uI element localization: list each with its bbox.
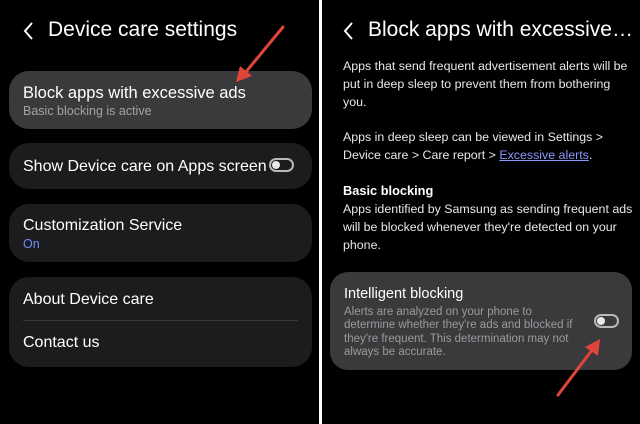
contact-us-item[interactable]: Contact us bbox=[23, 334, 299, 356]
block-ads-subtitle: Basic blocking is active bbox=[23, 104, 152, 118]
toggle-knob bbox=[272, 161, 280, 169]
intro-text: Apps that send frequent advertisement al… bbox=[343, 59, 628, 109]
deep-sleep-period: . bbox=[588, 148, 593, 162]
toggle-knob bbox=[597, 317, 605, 325]
basic-blocking-heading: Basic blocking bbox=[343, 183, 434, 198]
show-on-apps-toggle[interactable] bbox=[269, 158, 294, 172]
customization-title: Customization Service bbox=[23, 217, 183, 234]
show-on-apps-setting[interactable]: Show Device care on Apps screen bbox=[9, 143, 312, 189]
device-care-settings-screen: Device care settings Block apps with exc… bbox=[0, 0, 319, 424]
divider bbox=[23, 320, 298, 321]
customization-service-setting[interactable]: Customization Service On bbox=[9, 204, 312, 262]
customization-status: On bbox=[23, 237, 40, 251]
intelligent-blocking-title: Intelligent blocking bbox=[344, 286, 464, 302]
intelligent-blocking-toggle[interactable] bbox=[594, 314, 619, 328]
intelligent-blocking-setting[interactable]: Intelligent blocking Alerts are analyzed… bbox=[330, 272, 632, 370]
page-title: Device care settings bbox=[48, 18, 238, 41]
deep-sleep-text: Apps in deep sleep can be viewed in Sett… bbox=[343, 128, 633, 164]
excessive-alerts-link[interactable]: Excessive alerts bbox=[499, 148, 589, 162]
info-card: About Device care Contact us bbox=[9, 277, 312, 367]
show-on-apps-title: Show Device care on Apps screen bbox=[23, 158, 267, 175]
block-ads-title: Block apps with excessive ads bbox=[23, 84, 246, 102]
chevron-left-icon[interactable] bbox=[20, 20, 38, 42]
chevron-left-icon[interactable] bbox=[340, 20, 358, 42]
page-title: Block apps with excessive a... bbox=[368, 18, 636, 41]
block-apps-excessive-ads-screen: Block apps with excessive a... Apps that… bbox=[322, 0, 640, 424]
basic-blocking-text: Apps identified by Samsung as sending fr… bbox=[343, 202, 633, 252]
block-ads-setting[interactable]: Block apps with excessive ads Basic bloc… bbox=[9, 71, 312, 129]
about-device-care-item[interactable]: About Device care bbox=[23, 291, 299, 313]
intelligent-blocking-description: Alerts are analyzed on your phone to det… bbox=[344, 306, 573, 358]
header: Device care settings bbox=[0, 0, 319, 62]
header: Block apps with excessive a... bbox=[322, 0, 640, 62]
